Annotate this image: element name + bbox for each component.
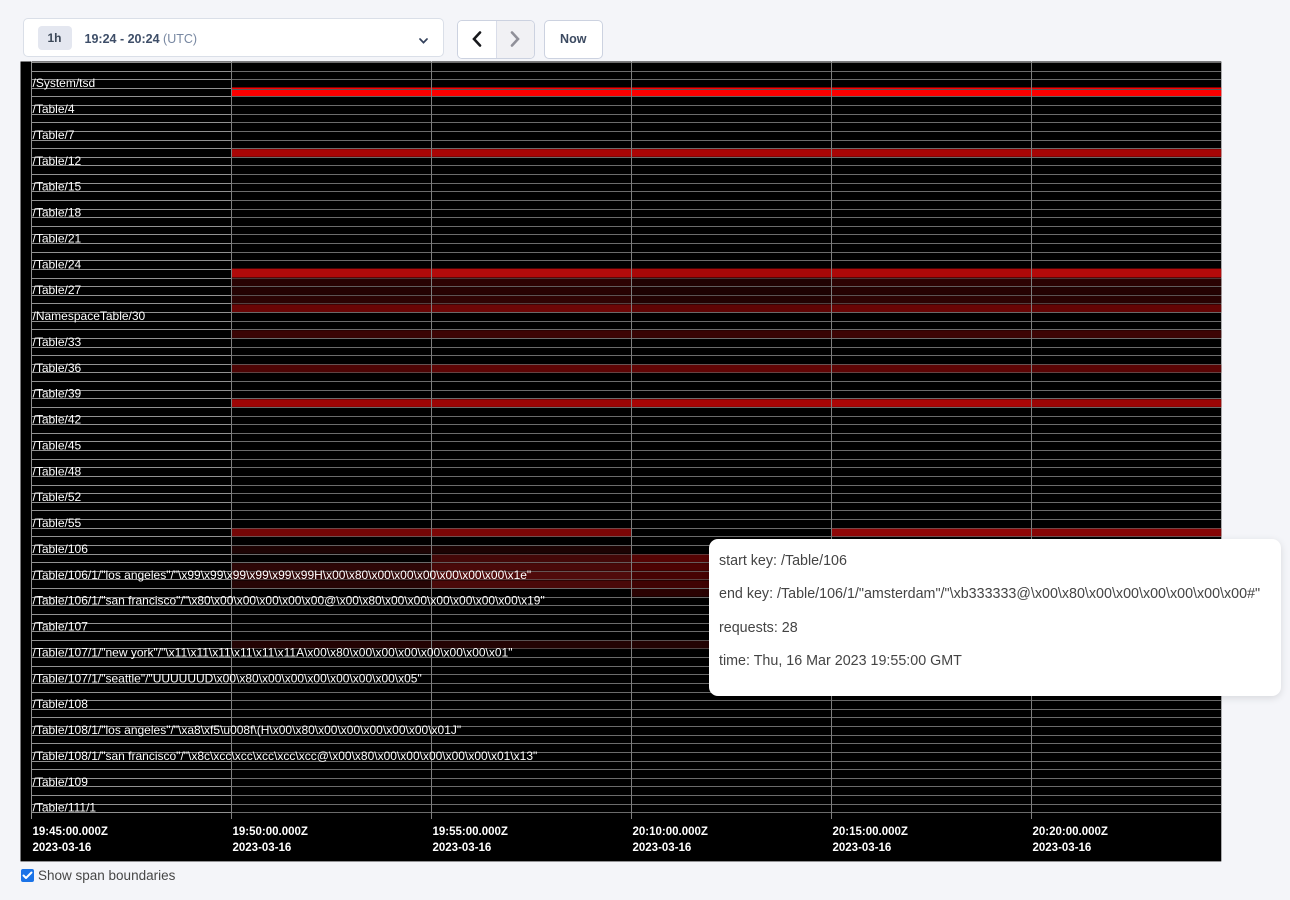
svg-text:19:50:00.000Z: 19:50:00.000Z [233,826,308,838]
svg-text:20:15:00.000Z: 20:15:00.000Z [833,826,908,838]
svg-text:2023-03-16: 2023-03-16 [833,842,892,854]
svg-text:/Table/7: /Table/7 [33,128,75,142]
svg-text:/Table/15: /Table/15 [33,180,82,194]
svg-text:/Table/111/1: /Table/111/1 [33,801,97,815]
svg-text:/NamespaceTable/30: /NamespaceTable/30 [33,309,146,323]
svg-text:/Table/45: /Table/45 [33,438,82,452]
svg-text:/System/tsd: /System/tsd [33,76,96,90]
svg-text:2023-03-16: 2023-03-16 [33,842,92,854]
svg-text:/Table/106/1/"san francisco"/": /Table/106/1/"san francisco"/"\x80\x00\x… [33,594,545,608]
svg-text:/Table/107: /Table/107 [33,620,89,634]
svg-text:/Table/108/1/"san francisco"/": /Table/108/1/"san francisco"/"\x8c\xcc\x… [33,749,538,763]
svg-text:/Table/109: /Table/109 [33,775,89,789]
svg-text:2023-03-16: 2023-03-16 [1033,842,1092,854]
svg-text:/Table/108: /Table/108 [33,697,89,711]
svg-text:/Table/18: /Table/18 [33,206,82,220]
svg-text:20:10:00.000Z: 20:10:00.000Z [633,826,708,838]
svg-text:/Table/39: /Table/39 [33,387,82,401]
svg-text:/Table/55: /Table/55 [33,516,82,530]
svg-text:/Table/107/1/"new york"/"\x11\: /Table/107/1/"new york"/"\x11\x11\x11\x1… [33,645,513,659]
svg-text:2023-03-16: 2023-03-16 [633,842,692,854]
svg-text:/Table/33: /Table/33 [33,335,82,349]
svg-text:/Table/21: /Table/21 [33,231,82,245]
svg-text:/Table/106/1/"los angeles"/"\x: /Table/106/1/"los angeles"/"\x99\x99\x99… [33,568,532,582]
svg-text:/Table/24: /Table/24 [33,257,82,271]
svg-text:/Table/52: /Table/52 [33,490,82,504]
svg-text:/Table/108/1/"los angeles"/"\x: /Table/108/1/"los angeles"/"\xa8\xf5\u00… [33,723,462,737]
svg-text:20:20:00.000Z: 20:20:00.000Z [1033,826,1108,838]
svg-text:/Table/42: /Table/42 [33,413,82,427]
svg-text:/Table/48: /Table/48 [33,464,82,478]
svg-text:19:55:00.000Z: 19:55:00.000Z [433,826,508,838]
svg-text:/Table/12: /Table/12 [33,154,82,168]
svg-text:2023-03-16: 2023-03-16 [233,842,292,854]
svg-text:/Table/27: /Table/27 [33,283,82,297]
svg-text:/Table/36: /Table/36 [33,361,82,375]
svg-text:/Table/107/1/"seattle"/"UUUUUU: /Table/107/1/"seattle"/"UUUUUUD\x00\x80\… [33,671,422,685]
svg-text:19:45:00.000Z: 19:45:00.000Z [33,826,108,838]
svg-text:/Table/106: /Table/106 [33,542,89,556]
svg-text:/Table/4: /Table/4 [33,102,75,116]
svg-text:2023-03-16: 2023-03-16 [433,842,492,854]
